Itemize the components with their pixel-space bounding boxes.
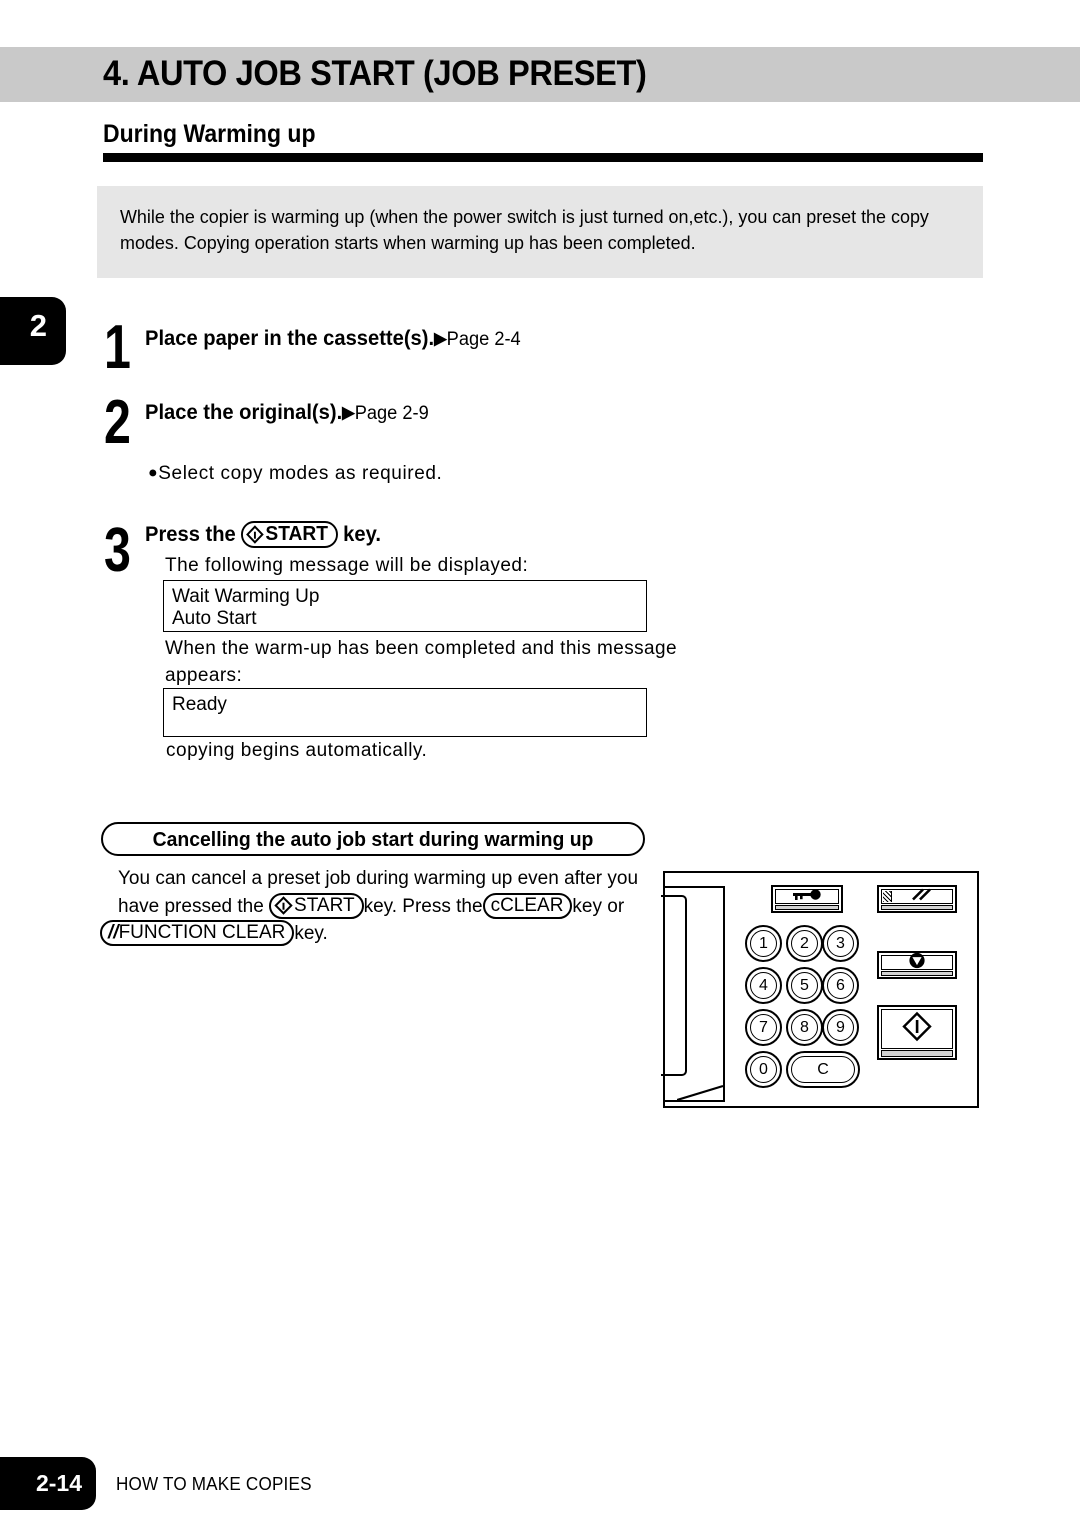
button-lip [881, 971, 953, 976]
step-1-number: 1 [104, 313, 131, 382]
numeric-key-0[interactable]: 0 [745, 1051, 782, 1088]
button-lip [775, 905, 839, 910]
intro-text: While the copier is warming up (when the… [120, 206, 929, 253]
button-face [775, 888, 839, 906]
step-3-line-2: When the warm-up has been completed and … [165, 635, 685, 689]
button-lip [881, 1050, 953, 1057]
numeric-key-2[interactable]: 2 [786, 925, 823, 962]
numeric-key-label: 5 [800, 977, 809, 994]
function-clear-key-capsule[interactable]: //FUNCTION CLEAR [100, 920, 295, 947]
numeric-key-label: 1 [759, 935, 768, 952]
clear-key-label: C [817, 1061, 829, 1078]
display-message-box-2: Ready [163, 688, 647, 737]
numeric-key-5[interactable]: 5 [786, 967, 823, 1004]
stop-button[interactable] [877, 951, 957, 979]
bevel-line-icon [677, 1084, 724, 1100]
clear-key-prefix-icon: c [490, 894, 501, 916]
step-2-bullet-text: Select copy modes as required. [158, 463, 443, 484]
numeric-key-8[interactable]: 8 [786, 1009, 823, 1046]
step-3-line-2-text: When the warm-up has been completed and … [165, 638, 677, 686]
cancel-line-3: //FUNCTION CLEAR key. [100, 920, 646, 948]
footer-page-tab: 2-14 [0, 1457, 96, 1510]
numeric-key-7[interactable]: 7 [745, 1009, 782, 1046]
numeric-key-9[interactable]: 9 [822, 1009, 859, 1046]
function-clear-button[interactable] [877, 885, 957, 913]
numeric-key-label: 9 [836, 1019, 845, 1036]
chapter-tab: 2 [0, 297, 66, 365]
step-3-text-after: key. [343, 523, 381, 546]
cancel-line-2-a: have pressed the [118, 895, 264, 917]
function-clear-key-label: FUNCTION CLEAR [118, 922, 286, 943]
cancel-paragraph: You can cancel a preset job during warmi… [100, 866, 646, 948]
numeric-key-4[interactable]: 4 [745, 967, 782, 1004]
numeric-key-label: 4 [759, 977, 768, 994]
clear-key-capsule[interactable]: cCLEAR [482, 892, 573, 919]
step-2-bullet: ●Select copy modes as required. [148, 463, 442, 485]
display-line: Auto Start [172, 608, 257, 629]
button-face [881, 886, 953, 907]
section-heading: During Warming up [103, 120, 316, 148]
start-key-capsule[interactable]: START [241, 521, 338, 549]
double-slash-icon: // [108, 922, 119, 943]
start-diamond-icon [274, 895, 293, 915]
start-diamond-icon [901, 1011, 933, 1048]
clear-key-label: CLEAR [500, 894, 564, 916]
button-lip [881, 905, 953, 910]
cancel-section-pill: Cancelling the auto job start during war… [101, 822, 645, 856]
control-panel-display-edge [661, 886, 725, 1102]
step-3-heading: Press the START key. [145, 521, 381, 549]
clear-key[interactable]: C [786, 1051, 860, 1088]
footer-page-number: 2-14 [35, 1470, 82, 1496]
hatch-strip-icon [883, 891, 892, 902]
control-panel-display-bevel [677, 1084, 725, 1100]
start-key-capsule[interactable]: START [269, 892, 364, 919]
step-2-text: Place the original(s). [145, 401, 343, 424]
numeric-key-label: 3 [836, 935, 845, 952]
cancel-line-2: have pressed the START key. Press the cCLE… [118, 892, 646, 921]
key-icon [791, 888, 823, 906]
start-button[interactable] [877, 1005, 957, 1060]
arrow-right-icon: ▶ [434, 329, 447, 348]
step-3-line-1: The following message will be displayed: [165, 555, 529, 576]
step-2-number: 2 [104, 388, 131, 457]
numeric-key-label: 7 [759, 1019, 768, 1036]
bullet-dot-icon: ● [148, 464, 159, 482]
step-3-line-3: copying begins automatically. [166, 740, 428, 761]
cancel-section-title: Cancelling the auto job start during war… [152, 829, 594, 851]
numeric-key-1[interactable]: 1 [745, 925, 782, 962]
step-1-page-ref: Page 2-4 [446, 329, 521, 350]
chapter-title: 4. AUTO JOB START (JOB PRESET) [103, 54, 647, 93]
section-rule [103, 153, 983, 162]
step-2-heading: Place the original(s).▶Page 2-9 [145, 401, 429, 425]
display-line: Ready [172, 694, 227, 715]
step-3-text-before: Press the [145, 523, 236, 546]
cancel-line-3-a: key. [294, 923, 328, 944]
display-line: Wait Warming Up [172, 586, 320, 607]
display-message-box-1: Wait Warming Up Auto Start [163, 580, 647, 632]
auditor-key-button[interactable] [771, 885, 843, 913]
step-1-heading: Place paper in the cassette(s).▶Page 2-4 [145, 327, 521, 351]
cancel-line-2-c: key or [572, 895, 625, 917]
start-key-label: START [265, 523, 328, 545]
button-face [881, 952, 953, 970]
button-face [881, 1009, 953, 1049]
chapter-tab-number: 2 [29, 308, 47, 343]
cancel-line-2-b: key. Press the [363, 895, 483, 917]
arrow-right-icon: ▶ [342, 403, 355, 422]
footer-running-head: HOW TO MAKE COPIES [116, 1474, 312, 1494]
numeric-key-3[interactable]: 3 [822, 925, 859, 962]
start-diamond-icon [246, 525, 265, 544]
control-panel-illustration: 1 2 3 4 5 6 7 8 9 0 C [661, 871, 979, 1108]
numeric-key-label: 2 [800, 935, 809, 952]
step-2-page-ref: Page 2-9 [354, 403, 429, 424]
step-3-number: 3 [104, 516, 131, 585]
start-key-label: START [294, 894, 355, 916]
double-slash-icon [909, 886, 935, 907]
cancel-line-1: You can cancel a preset job during warmi… [118, 868, 639, 889]
step-1-text: Place paper in the cassette(s). [145, 327, 435, 350]
numeric-key-label: 8 [800, 1019, 809, 1036]
numeric-key-6[interactable]: 6 [822, 967, 859, 1004]
numeric-key-label: 6 [836, 977, 845, 994]
numeric-key-label: 0 [759, 1061, 768, 1078]
